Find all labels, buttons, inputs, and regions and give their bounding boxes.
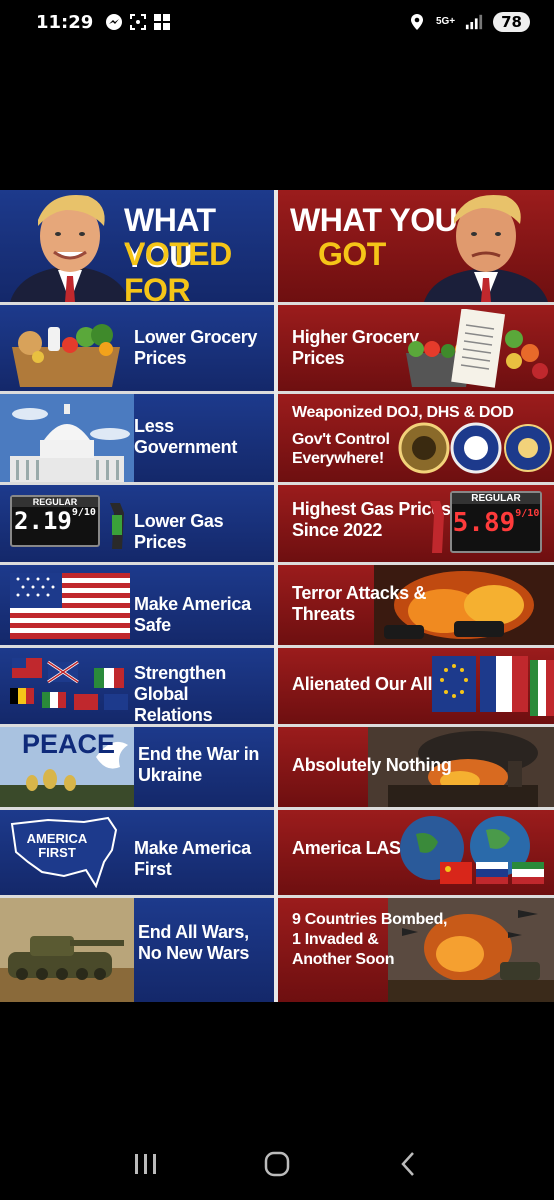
grocery-basket-image	[12, 324, 120, 387]
globes-flags-image	[400, 816, 544, 884]
gas-left-price-value: 2.19	[14, 507, 72, 535]
network-type: 5G+	[435, 16, 456, 27]
row-separator	[278, 724, 554, 727]
row-separator	[278, 895, 554, 898]
row-3-left-text: Lower Gas Prices	[134, 511, 224, 552]
row-4-right-text: Terror Attacks & Threats	[292, 583, 427, 624]
row-safe-left: Make America Safe	[0, 565, 274, 645]
gas-left-price-frac: 9/10	[71, 507, 96, 518]
row-7-left-text: Make America First	[134, 838, 251, 879]
home-button[interactable]	[257, 1144, 297, 1184]
row-2-right-subtext: Gov't Control Everywhere!	[292, 431, 390, 467]
recents-button[interactable]	[126, 1144, 166, 1184]
portrait-smiling	[10, 195, 130, 302]
row-ukraine-left: PEACE End the War in Ukraine	[0, 727, 274, 807]
row-weaponized-right: Weaponized DOJ, DHS & DOD Gov't Control …	[278, 394, 554, 482]
row-grocery-right: Higher Grocery Prices	[278, 305, 554, 391]
row-separator	[278, 482, 554, 485]
gas-sign-right-label: REGULAR	[452, 493, 540, 504]
gas-nozzle-red-icon	[430, 501, 444, 553]
gas-sign-right-price: 5.899/10	[452, 508, 540, 538]
row-allies-right: Alienated Our Allies	[278, 648, 554, 724]
row-nothing-right: Absolutely Nothing	[278, 727, 554, 807]
header-right-line2: GOT	[318, 236, 386, 272]
status-bar: 11:29 5G+ 78	[0, 0, 554, 44]
row-bombed-right: 9 Countries Bombed, 1 Invaded & Another …	[278, 898, 554, 1002]
row-gas-right: Highest Gas Prices Since 2022 REGULAR 5.…	[278, 485, 554, 562]
row-government-left: Less Government	[0, 394, 274, 482]
messenger-icon	[105, 13, 123, 31]
gallery-icon	[153, 13, 171, 31]
row-america-first-left: AMERICA FIRST Make America First	[0, 810, 274, 895]
infographic-image: WHAT YOU VOTED FOR Lower Grocery Prices	[0, 190, 554, 1002]
grocery-receipt-image	[406, 309, 548, 388]
header-left-line2: VOTED FOR	[124, 236, 232, 302]
america-first-label: AMERICA FIRST	[26, 831, 88, 860]
row-separator	[278, 645, 554, 648]
header-left: WHAT YOU VOTED FOR	[0, 190, 274, 302]
row-separator	[278, 302, 554, 305]
row-7-right-text: America LAST	[292, 838, 412, 858]
signal-icon	[465, 13, 483, 31]
gas-sign-right: REGULAR 5.899/10	[450, 491, 542, 553]
row-separator	[0, 645, 274, 648]
row-grocery-left: Lower Grocery Prices	[0, 305, 274, 391]
world-flags-image	[10, 658, 128, 710]
voted-for-column: WHAT YOU VOTED FOR Lower Grocery Prices	[0, 190, 274, 1002]
capitol-image	[0, 394, 134, 482]
row-separator	[0, 895, 274, 898]
screenshot-icon	[129, 13, 147, 31]
row-separator	[278, 391, 554, 394]
row-1-left-text: Lower Grocery Prices	[134, 327, 258, 368]
row-separator	[278, 807, 554, 810]
peace-label: PEACE	[22, 729, 116, 759]
row-terror-right: Terror Attacks & Threats	[278, 565, 554, 645]
row-8-right-text: 9 Countries Bombed, 1 Invaded & Another …	[292, 911, 448, 968]
gas-nozzle-icon	[110, 503, 124, 549]
agency-seals-image	[398, 422, 552, 474]
header-right: WHAT YOU GOT	[278, 190, 554, 302]
row-separator	[0, 302, 274, 305]
battery-indicator: 78	[493, 12, 530, 32]
allies-flags-image	[432, 656, 554, 716]
row-6-left-text: End the War in Ukraine	[138, 744, 260, 785]
row-5-left-text: Strengthen Global Relations	[134, 663, 227, 724]
got-column: WHAT YOU GOT Higher Grocery Prices Weapo…	[278, 190, 554, 1002]
gas-sign-left-price: 2.199/10	[12, 507, 98, 535]
row-gas-left: REGULAR 2.199/10 Lower Gas Prices	[0, 485, 274, 562]
status-time: 11:29	[36, 11, 94, 33]
row-2-left-text: Less Government	[134, 416, 238, 457]
row-8-left-text: End All Wars, No New Wars	[138, 922, 250, 963]
recents-icon	[134, 1154, 156, 1174]
navigation-bar	[0, 1128, 554, 1200]
back-button[interactable]	[388, 1144, 428, 1184]
row-separator	[0, 807, 274, 810]
portrait-frowning	[424, 194, 548, 302]
us-flag-image	[10, 573, 130, 639]
row-separator	[278, 562, 554, 565]
location-icon	[408, 13, 426, 31]
row-separator	[0, 724, 274, 727]
tank-image	[0, 898, 134, 1002]
row-relations-left: Strengthen Global Relations	[0, 648, 274, 724]
row-separator	[0, 562, 274, 565]
row-6-right-text: Absolutely Nothing	[292, 755, 452, 775]
row-1-right-text: Higher Grocery Prices	[292, 327, 419, 368]
row-wars-left: End All Wars, No New Wars	[0, 898, 274, 1002]
gas-sign-left: REGULAR 2.199/10	[10, 495, 100, 547]
back-icon	[401, 1152, 415, 1176]
row-separator	[0, 391, 274, 394]
gas-right-price-frac: 9/10	[515, 508, 540, 519]
row-america-last-right: America LAST	[278, 810, 554, 895]
home-icon	[264, 1151, 290, 1177]
gas-right-price-value: 5.89	[452, 508, 516, 538]
gas-sign-left-label: REGULAR	[12, 497, 98, 507]
row-separator	[0, 482, 274, 485]
row-4-left-text: Make America Safe	[134, 594, 251, 635]
